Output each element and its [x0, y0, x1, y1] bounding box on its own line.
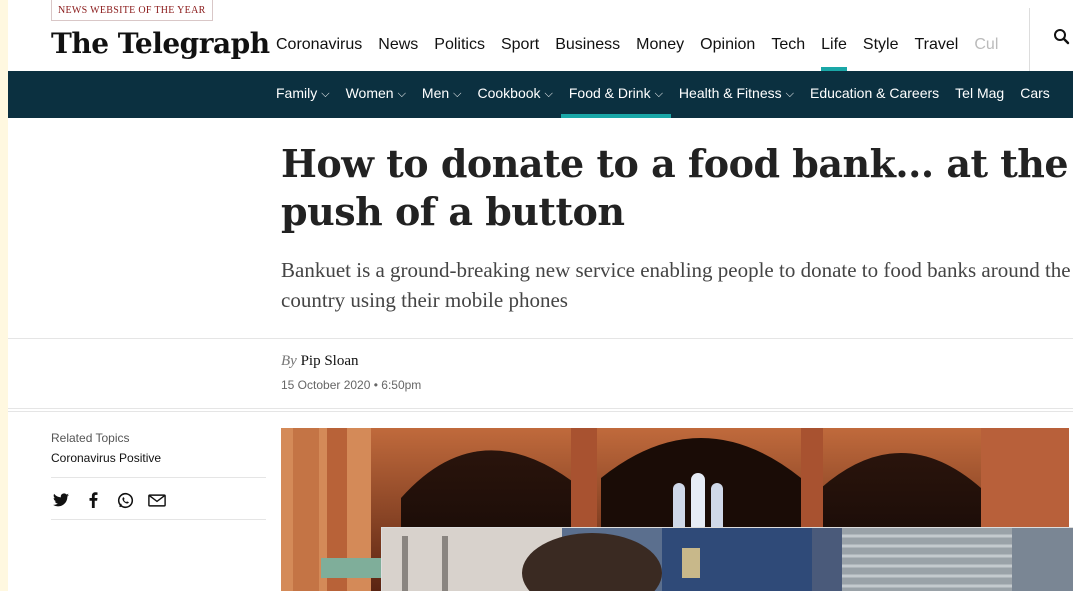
page: NEWS WEBSITE OF THE YEAR The Telegraph C…	[8, 0, 1073, 591]
nav-opinion[interactable]: Opinion	[692, 30, 763, 60]
nav-business[interactable]: Business	[547, 30, 628, 60]
facebook-icon[interactable]	[83, 490, 103, 510]
subnav-label: Cars	[1020, 85, 1050, 101]
chevron-down-icon: ⌵	[544, 88, 553, 100]
chevron-down-icon: ⌵	[321, 88, 330, 100]
email-icon[interactable]	[147, 490, 167, 510]
nav-news[interactable]: News	[370, 30, 426, 60]
subnav-education-careers[interactable]: Education & Careers	[802, 71, 947, 118]
subnav-cars[interactable]: Cars	[1012, 71, 1058, 118]
divider	[51, 477, 266, 478]
subnav-women[interactable]: Women ⌵	[338, 71, 414, 118]
share-buttons	[51, 488, 167, 512]
subnav-men[interactable]: Men ⌵	[414, 71, 470, 118]
publish-date: 15 October 2020 • 6:50pm	[281, 378, 422, 392]
chevron-down-icon: ⌵	[453, 88, 462, 100]
section-sub-nav: Family ⌵ Women ⌵ Men ⌵ Cookbook ⌵ Food & Drink ⌵ H…	[8, 71, 1073, 118]
article-standfirst: Bankuet is a ground-breaking new service…	[281, 258, 1071, 312]
nav-cul[interactable]: Cul	[966, 30, 1006, 60]
divider	[8, 408, 1073, 412]
nav-divider	[1029, 8, 1030, 71]
subnav-label: Tel Mag	[955, 85, 1005, 101]
chevron-down-icon: ⌵	[654, 88, 663, 100]
subnav-label: Education & Careers	[809, 85, 940, 101]
nav-politics[interactable]: Politics	[426, 30, 493, 60]
subnav-label: Men	[421, 85, 450, 101]
author-link[interactable]: Pip Sloan	[301, 353, 359, 369]
nav-money[interactable]: Money	[628, 30, 692, 60]
related-topics-label: Related Topics	[51, 431, 130, 445]
video-player[interactable]	[381, 527, 1073, 591]
chevron-down-icon: ⌵	[785, 88, 794, 100]
subnav-label: Food & Drink	[568, 85, 651, 101]
twitter-icon[interactable]	[51, 490, 71, 510]
byline: By Pip Sloan	[281, 353, 359, 370]
subnav-health-fitness[interactable]: Health & Fitness ⌵	[671, 71, 802, 118]
subnav-cookbook[interactable]: Cookbook ⌵	[469, 71, 560, 118]
subnav-food-drink[interactable]: Food & Drink ⌵	[560, 71, 671, 118]
divider	[8, 338, 1073, 339]
subnav-label: Cookbook	[477, 85, 541, 101]
award-badge: NEWS WEBSITE OF THE YEAR	[51, 0, 213, 21]
sub-nav-items: Family ⌵ Women ⌵ Men ⌵ Cookbook ⌵ Food & Drink ⌵ H…	[268, 71, 1058, 118]
nav-coronavirus[interactable]: Coronavirus	[268, 30, 370, 60]
chevron-down-icon: ⌵	[397, 88, 406, 100]
nav-life[interactable]: Life	[813, 30, 855, 71]
byline-prefix: By	[281, 353, 297, 369]
whatsapp-icon[interactable]	[115, 490, 135, 510]
telegraph-logo[interactable]: The Telegraph	[51, 26, 270, 62]
divider	[51, 519, 266, 520]
nav-travel[interactable]: Travel	[907, 30, 967, 60]
nav-style[interactable]: Style	[855, 30, 907, 60]
primary-nav: Coronavirus News Politics Sport Business Mone…	[268, 30, 1006, 71]
top-header: NEWS WEBSITE OF THE YEAR The Telegraph C…	[8, 0, 1073, 71]
nav-tech[interactable]: Tech	[763, 30, 813, 60]
subnav-tel-mag[interactable]: Tel Mag	[947, 71, 1012, 118]
related-topic-link[interactable]: Coronavirus Positive	[51, 451, 161, 465]
search-icon[interactable]	[1053, 28, 1071, 46]
subnav-label: Health & Fitness	[678, 85, 782, 101]
subnav-label: Women	[345, 85, 394, 101]
subnav-label: Family	[276, 85, 318, 101]
article-headline: How to donate to a food bank... at the p…	[281, 141, 1069, 234]
subnav-family[interactable]: Family ⌵	[268, 71, 338, 118]
nav-sport[interactable]: Sport	[493, 30, 547, 60]
